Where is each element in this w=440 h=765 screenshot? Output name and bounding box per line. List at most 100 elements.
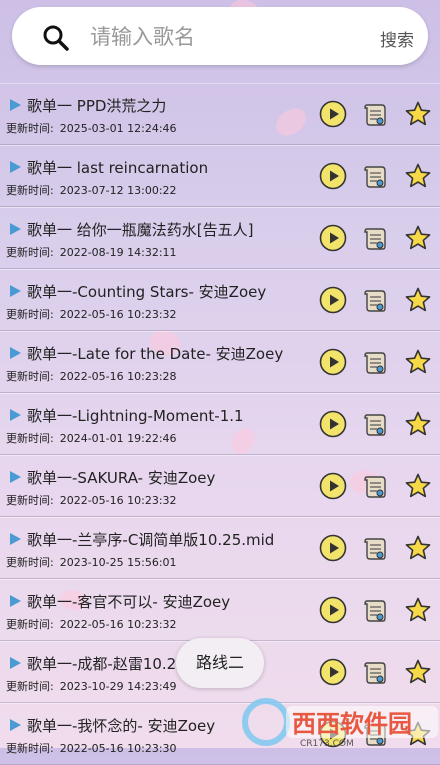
- route-toast: 路线二: [176, 638, 264, 688]
- song-row[interactable]: 歌单一 last reincarnation 更新时间: 2023-07-12 13…: [0, 145, 440, 207]
- update-time: 更新时间: 2022-05-16 10:23:32: [6, 306, 177, 322]
- play-icon[interactable]: [319, 596, 347, 624]
- expand-triangle-icon: [10, 595, 21, 607]
- favorite-star-icon[interactable]: [404, 100, 432, 128]
- update-time-value: 2022-05-16 10:23:32: [59, 618, 177, 631]
- update-time: 更新时间: 2023-10-25 15:56:01: [6, 554, 177, 570]
- song-row[interactable]: 歌单一-Counting Stars- 安迪Zoey 更新时间: 2022-05-1…: [0, 269, 440, 331]
- update-time-label: 更新时间:: [6, 432, 54, 445]
- expand-triangle-icon: [10, 409, 21, 421]
- update-time-label: 更新时间:: [6, 494, 54, 507]
- favorite-star-icon[interactable]: [404, 534, 432, 562]
- update-time-label: 更新时间:: [6, 370, 54, 383]
- update-time-label: 更新时间:: [6, 184, 54, 197]
- update-time: 更新时间: 2023-10-29 14:23:49: [6, 678, 177, 694]
- song-row[interactable]: 歌单一-Late for the Date- 安迪Zoey 更新时间: 2022-0…: [0, 331, 440, 393]
- expand-triangle-icon: [10, 285, 21, 297]
- favorite-star-icon[interactable]: [404, 162, 432, 190]
- sheet-music-icon[interactable]: [361, 286, 389, 314]
- song-row[interactable]: 歌单一-SAKURA- 安迪Zoey 更新时间: 2022-05-16 10:23:…: [0, 455, 440, 517]
- play-icon[interactable]: [319, 162, 347, 190]
- play-icon[interactable]: [319, 472, 347, 500]
- expand-triangle-icon: [10, 161, 21, 173]
- song-title: 歌单一-兰亭序-C调简单版10.25.mid: [27, 531, 275, 549]
- update-time: 更新时间: 2022-08-19 14:32:11: [6, 244, 177, 260]
- update-time: 更新时间: 2024-01-01 19:22:46: [6, 430, 177, 446]
- update-time: 更新时间: 2022-05-16 10:23:30: [6, 740, 177, 756]
- update-time-value: 2023-10-29 14:23:49: [59, 680, 177, 693]
- play-icon[interactable]: [319, 658, 347, 686]
- update-time-value: 2022-05-16 10:23:28: [59, 370, 177, 383]
- update-time: 更新时间: 2022-05-16 10:23:32: [6, 492, 177, 508]
- favorite-star-icon[interactable]: [404, 658, 432, 686]
- favorite-star-icon[interactable]: [404, 348, 432, 376]
- watermark-text: 西西软件园: [292, 710, 412, 738]
- song-row[interactable]: 歌单一-兰亭序-C调简单版10.25.mid 更新时间: 2023-10-25 15…: [0, 517, 440, 579]
- favorite-star-icon[interactable]: [404, 596, 432, 624]
- song-title: 歌单一-SAKURA- 安迪Zoey: [27, 469, 216, 487]
- expand-triangle-icon: [10, 657, 21, 669]
- play-icon[interactable]: [319, 534, 347, 562]
- expand-triangle-icon: [10, 223, 21, 235]
- expand-triangle-icon: [10, 533, 21, 545]
- favorite-star-icon[interactable]: [404, 286, 432, 314]
- update-time-value: 2022-08-19 14:32:11: [59, 246, 177, 259]
- sheet-music-icon[interactable]: [361, 596, 389, 624]
- sheet-music-icon[interactable]: [361, 410, 389, 438]
- update-time-label: 更新时间:: [6, 742, 54, 755]
- update-time: 更新时间: 2025-03-01 12:24:46: [6, 120, 177, 136]
- song-title: 歌单一-客官不可以- 安迪Zoey: [27, 593, 231, 611]
- update-time-label: 更新时间:: [6, 556, 54, 569]
- sheet-music-icon[interactable]: [361, 348, 389, 376]
- search-button[interactable]: 搜索: [380, 26, 414, 51]
- update-time-value: 2022-05-16 10:23:32: [59, 308, 177, 321]
- update-time-label: 更新时间:: [6, 122, 54, 135]
- song-title: 歌单一 last reincarnation: [27, 159, 209, 177]
- site-watermark-logo: 西西软件园 CR173.COM: [242, 698, 438, 748]
- update-time-value: 2022-05-16 10:23:30: [59, 742, 177, 755]
- sheet-music-icon[interactable]: [361, 658, 389, 686]
- song-title: 歌单一 给你一瓶魔法药水[告五人]: [27, 221, 254, 239]
- update-time-label: 更新时间:: [6, 246, 54, 259]
- expand-triangle-icon: [10, 347, 21, 359]
- song-row[interactable]: 歌单一 PPD洪荒之力更新时间: 2025-03-01 12:24:46: [0, 83, 440, 145]
- sheet-music-icon[interactable]: [361, 534, 389, 562]
- sheet-music-icon[interactable]: [361, 472, 389, 500]
- update-time-label: 更新时间:: [6, 618, 54, 631]
- favorite-star-icon[interactable]: [404, 472, 432, 500]
- search-icon[interactable]: [42, 24, 70, 52]
- update-time-value: 2023-07-12 13:00:22: [59, 184, 177, 197]
- song-row[interactable]: 歌单一-Lightning-Moment-1.1 更新时间: 2024-01-01 …: [0, 393, 440, 455]
- song-title: 歌单一-成都-赵雷10.29: [27, 655, 186, 673]
- song-title: 歌单一-Late for the Date- 安迪Zoey: [27, 345, 284, 363]
- song-title: 歌单一 PPD洪荒之力: [27, 97, 167, 115]
- watermark-url: CR173.COM: [300, 739, 354, 748]
- update-time-value: 2024-01-01 19:22:46: [59, 432, 177, 445]
- play-icon[interactable]: [319, 410, 347, 438]
- play-icon[interactable]: [319, 286, 347, 314]
- search-input[interactable]: [88, 21, 372, 53]
- sheet-music-icon[interactable]: [361, 162, 389, 190]
- update-time: 更新时间: 2023-07-12 13:00:22: [6, 182, 177, 198]
- sheet-music-icon[interactable]: [361, 224, 389, 252]
- expand-triangle-icon: [10, 719, 21, 731]
- favorite-star-icon[interactable]: [404, 410, 432, 438]
- play-icon[interactable]: [319, 100, 347, 128]
- sheet-music-icon[interactable]: [361, 100, 389, 128]
- update-time-label: 更新时间:: [6, 308, 54, 321]
- update-time-label: 更新时间:: [6, 680, 54, 693]
- expand-triangle-icon: [10, 471, 21, 483]
- play-icon[interactable]: [319, 224, 347, 252]
- play-icon[interactable]: [319, 348, 347, 376]
- update-time: 更新时间: 2022-05-16 10:23:32: [6, 616, 177, 632]
- update-time-value: 2025-03-01 12:24:46: [59, 122, 177, 135]
- song-row[interactable]: 歌单一 给你一瓶魔法药水[告五人] 更新时间: 2022-08-19 14:32:1…: [0, 207, 440, 269]
- update-time-value: 2023-10-25 15:56:01: [59, 556, 177, 569]
- search-bar: 搜索: [12, 7, 428, 65]
- update-time-value: 2022-05-16 10:23:32: [59, 494, 177, 507]
- song-row[interactable]: 歌单一-客官不可以- 安迪Zoey 更新时间: 2022-05-16 10:23:3…: [0, 579, 440, 641]
- song-title: 歌单一-Counting Stars- 安迪Zoey: [27, 283, 267, 301]
- expand-triangle-icon: [10, 99, 21, 111]
- favorite-star-icon[interactable]: [404, 224, 432, 252]
- song-title: 歌单一-我怀念的- 安迪Zoey: [27, 717, 216, 735]
